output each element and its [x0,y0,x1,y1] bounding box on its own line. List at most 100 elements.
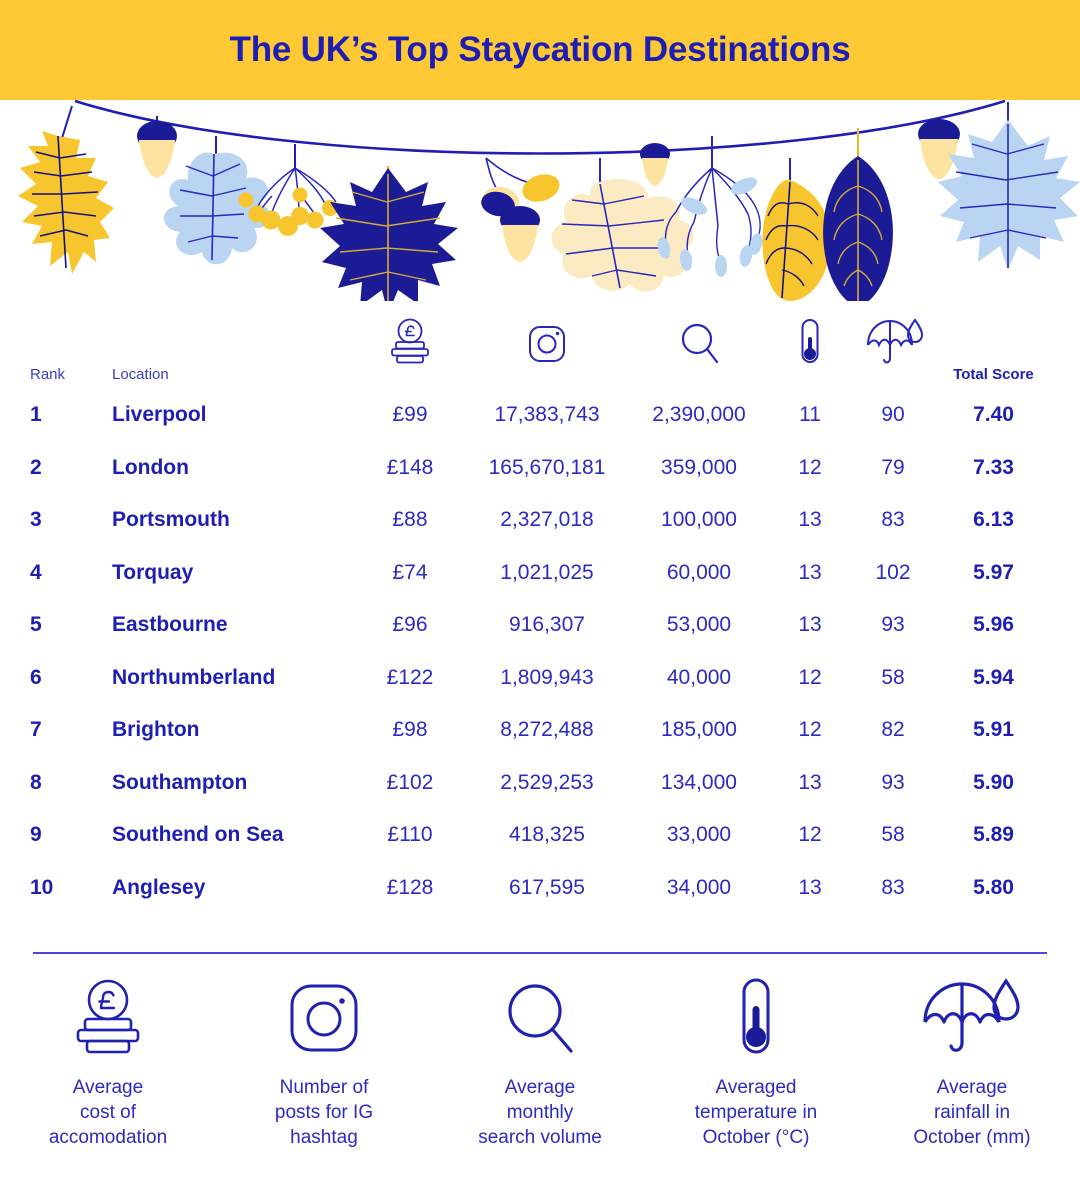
cell-temp: 13 [798,560,822,584]
legend-row: Average cost of accomodation Number of p… [0,975,1080,1150]
acorn-pair-icon [481,157,560,262]
cell-temp: 12 [798,665,822,689]
cell-search: 134,000 [661,770,737,794]
cell-rain: 58 [881,823,905,846]
cell-ig-posts: 8,272,488 [500,718,594,741]
thermometer-icon [801,319,819,363]
header-rank-label: Rank [30,366,66,383]
table-row: 3 Portsmouth £88 2,327,018 100,000 13 83… [0,505,1080,558]
header-temp-icon-cell [778,318,842,368]
cell-search: 359,000 [661,455,737,479]
leaf-navy-pointed-icon [823,128,893,306]
table-header-icons [0,318,1080,366]
header-location-label: Location [112,366,169,383]
cell-rank: 5 [30,613,42,636]
cell-rain: 102 [875,560,911,584]
legend-item-cost: Average cost of accomodation [0,975,216,1150]
cell-ig-posts: 1,021,025 [500,560,594,584]
leaf-lightblue-maple-icon [938,102,1080,270]
legend-item-temp: Averaged temperature in October (°C) [648,975,864,1150]
cell-temp: 13 [798,508,822,531]
legend-temp-icon-wrap [732,975,780,1061]
leaf-yellow-holly-icon [18,105,114,274]
header-rain-icon-cell [857,318,929,368]
cell-score: 7.33 [973,455,1014,479]
cell-rank: 8 [30,770,42,794]
instagram-icon [529,326,565,362]
cell-temp: 12 [798,823,822,846]
legend-search-icon-wrap [503,975,577,1061]
cell-ig-posts: 1,809,943 [500,665,594,689]
table-row: 6 Northumberland £122 1,809,943 40,000 1… [0,663,1080,716]
legend-ig-label: Number of posts for IG hashtag [274,1077,374,1148]
cell-temp: 12 [798,718,822,741]
cell-search: 185,000 [661,718,737,741]
table-row: 1 Liverpool £99 17,383,743 2,390,000 11 … [0,400,1080,453]
umbrella-raindrop-icon [867,318,923,364]
cell-location: Portsmouth [112,508,230,531]
cell-location: Northumberland [112,665,276,689]
cell-search: 60,000 [666,560,732,584]
cell-rank: 2 [30,455,42,479]
cell-score: 5.89 [973,823,1014,846]
cell-score: 5.91 [973,718,1014,741]
cell-ig-posts: 17,383,743 [494,403,600,426]
section-divider [33,952,1047,954]
cell-ig-posts: 2,327,018 [500,508,594,531]
legend-item-search: Average monthly search volume [432,975,648,1150]
leaf-yellow-long-icon [762,158,831,301]
cell-ig-posts: 916,307 [509,613,585,636]
table-body: 1 Liverpool £99 17,383,743 2,390,000 11 … [0,400,1080,925]
cell-temp: 11 [799,403,821,426]
cell-rank: 4 [30,560,42,584]
legend-cost-label: Average cost of accomodation [48,1077,168,1148]
coin-stack-pound-icon [76,979,140,1054]
cell-rank: 6 [30,665,42,689]
acorn-navy-right-icon [918,118,960,179]
legend-temp-label: Averaged temperature in October (°C) [694,1077,818,1148]
magnifier-icon [681,323,719,364]
cell-ig-posts: 2,529,253 [500,770,594,794]
legend-cost-icon-wrap [72,975,144,1061]
umbrella-raindrop-icon [923,978,1020,1052]
header-total-score-label: Total Score [953,366,1034,383]
cell-temp: 13 [798,613,822,636]
table-row: 9 Southend on Sea £110 418,325 33,000 12… [0,820,1080,873]
cell-rain: 79 [881,455,905,479]
cell-score: 5.80 [973,875,1014,899]
cell-score: 6.13 [973,508,1014,531]
instagram-icon [290,984,358,1052]
cell-rain: 93 [881,770,905,794]
table-header-labels: Rank Location Total Score [0,366,1080,396]
cell-location: London [112,455,189,479]
cell-temp: 12 [798,455,822,479]
acorn-navy-icon [137,116,177,178]
cell-rank: 1 [30,403,42,426]
legend-rain-label: Average rainfall in October (mm) [913,1077,1031,1148]
cell-search: 33,000 [666,823,732,846]
legend-search-label: Average monthly search volume [478,1077,602,1148]
cell-rank: 10 [30,875,54,899]
cell-location: Anglesey [112,875,206,899]
table-row: 5 Eastbourne £96 916,307 53,000 13 93 5.… [0,610,1080,663]
legend-rain-icon-wrap [920,975,1024,1061]
header-banner: The UK’s Top Staycation Destinations [0,0,1080,100]
cell-location: Southend on Sea [112,823,284,846]
legend-ig-icon-wrap [287,975,361,1061]
cell-rain: 93 [881,613,905,636]
table-row: 8 Southampton £102 2,529,253 134,000 13 … [0,768,1080,821]
cell-rain: 90 [881,403,905,426]
page-title: The UK’s Top Staycation Destinations [229,30,851,69]
cell-score: 7.40 [973,403,1014,426]
cell-search: 100,000 [661,508,737,531]
cell-location: Torquay [112,560,194,584]
autumn-garland-decoration [0,96,1080,314]
cell-search: 34,000 [666,875,732,899]
acorn-navy-small-icon [640,143,670,186]
destinations-table: Rank Location Total Score 1 Liverpool £9… [0,318,1080,925]
cell-rain: 83 [881,508,905,531]
legend-item-rain: Average rainfall in October (mm) [864,975,1080,1150]
cell-location: Southampton [112,770,248,794]
leaf-lightblue-oak-icon [163,136,272,265]
cell-search: 2,390,000 [652,403,746,426]
